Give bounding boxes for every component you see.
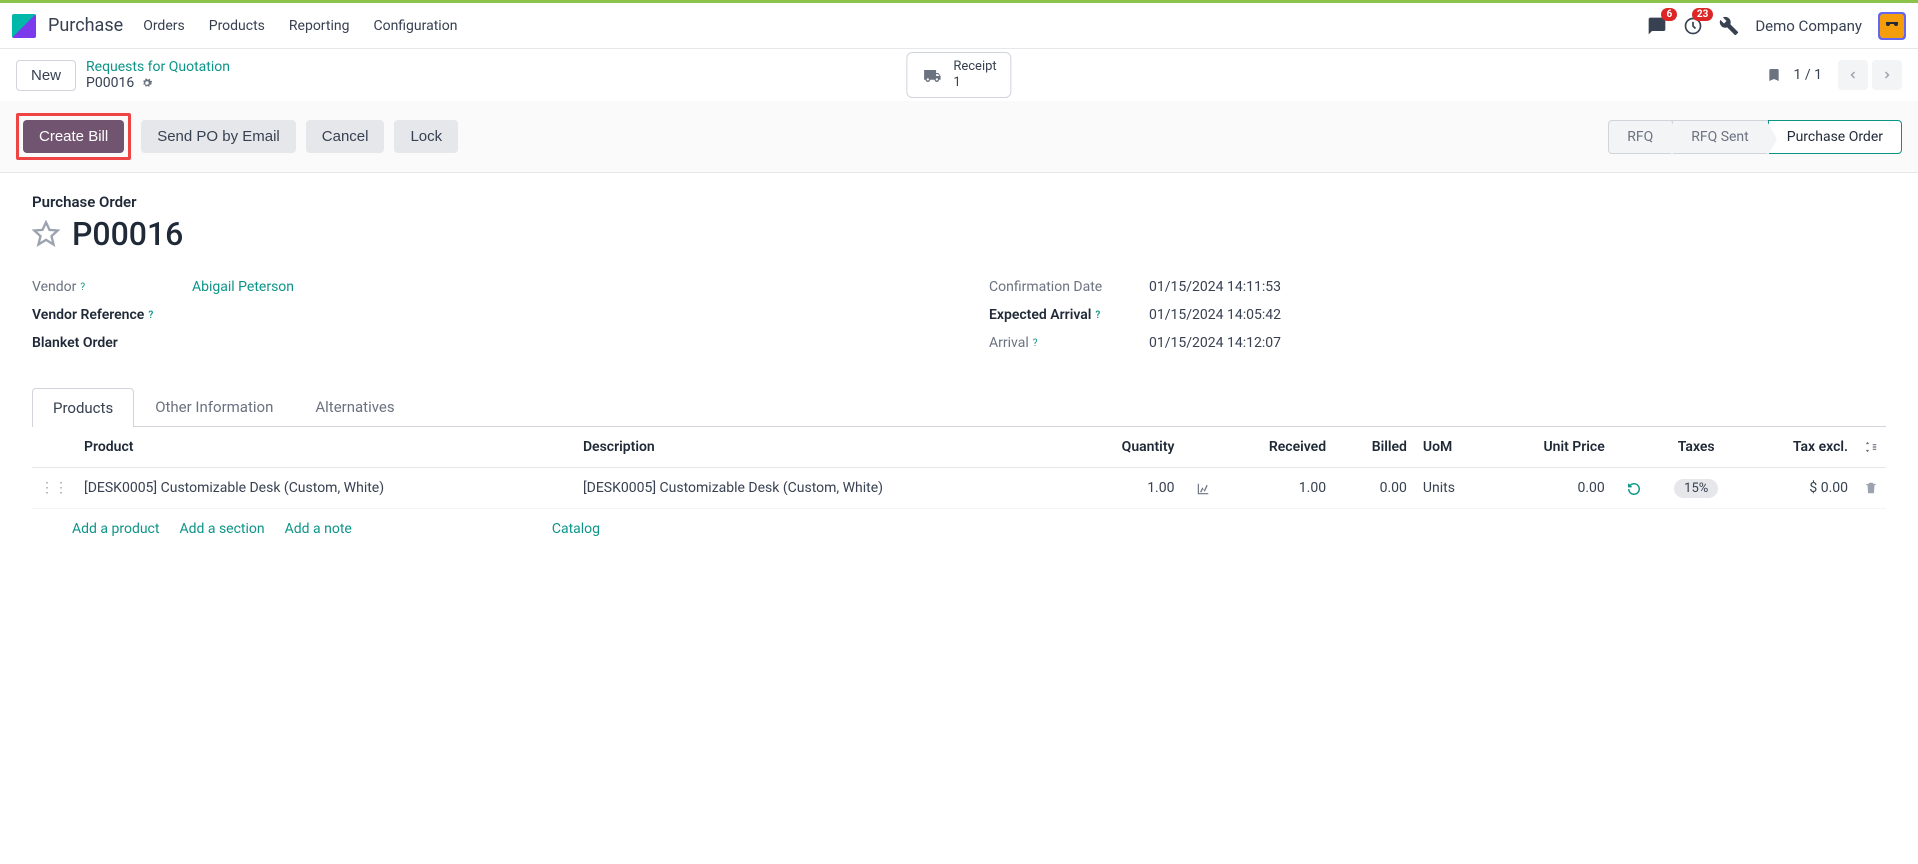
forecast-icon[interactable] <box>1196 481 1210 496</box>
pager-text: 1 / 1 <box>1794 67 1822 83</box>
create-bill-button[interactable]: Create Bill <box>23 120 124 153</box>
tab-products[interactable]: Products <box>32 388 134 427</box>
col-tax-excl[interactable]: Tax excl. <box>1744 427 1856 468</box>
breadcrumb-current-text: P00016 <box>86 75 134 91</box>
truck-icon <box>921 65 943 85</box>
main-content: Purchase Order P00016 Vendor? Abigail Pe… <box>0 173 1918 569</box>
vendor-value[interactable]: Abigail Peterson <box>192 279 294 295</box>
status-bar: RFQ RFQ Sent Purchase Order <box>1608 120 1902 154</box>
cell-unit-price[interactable]: 0.00 <box>1491 468 1613 509</box>
pager-next[interactable] <box>1872 60 1902 90</box>
cell-description[interactable]: [DESK0005] Customizable Desk (Custom, Wh… <box>575 468 1074 509</box>
favorite-star-icon[interactable] <box>32 220 60 248</box>
cancel-button[interactable]: Cancel <box>306 120 385 153</box>
col-unit-price[interactable]: Unit Price <box>1491 427 1613 468</box>
lock-button[interactable]: Lock <box>394 120 458 153</box>
send-po-button[interactable]: Send PO by Email <box>141 120 296 153</box>
company-name[interactable]: Demo Company <box>1755 17 1862 35</box>
cell-quantity[interactable]: 1.00 <box>1074 468 1183 509</box>
action-bar: Create Bill Send PO by Email Cancel Lock… <box>0 101 1918 173</box>
col-billed[interactable]: Billed <box>1334 427 1415 468</box>
table-row[interactable]: ⋮⋮ [DESK0005] Customizable Desk (Custom,… <box>32 468 1886 509</box>
col-received[interactable]: Received <box>1218 427 1334 468</box>
col-description[interactable]: Description <box>575 427 1074 468</box>
vendor-ref-label: Vendor Reference? <box>32 307 192 323</box>
breadcrumb-current: P00016 <box>86 75 230 91</box>
add-section-link[interactable]: Add a section <box>179 521 264 537</box>
add-links-row: Add a product Add a section Add a note C… <box>32 509 1886 549</box>
record-type-label: Purchase Order <box>32 193 1886 211</box>
messages-icon[interactable]: 6 <box>1647 16 1667 36</box>
highlight-box: Create Bill <box>16 113 131 160</box>
receipt-count: 1 <box>953 75 996 91</box>
expected-arrival-value[interactable]: 01/15/2024 14:05:42 <box>1149 307 1281 323</box>
nav-configuration[interactable]: Configuration <box>373 18 457 34</box>
gear-icon[interactable] <box>140 75 154 91</box>
help-icon[interactable]: ? <box>1095 310 1100 321</box>
tabs: Products Other Information Alternatives <box>32 387 1886 427</box>
status-rfq[interactable]: RFQ <box>1608 120 1672 154</box>
nav-orders[interactable]: Orders <box>143 18 185 34</box>
receipt-stat-button[interactable]: Receipt 1 <box>906 52 1011 97</box>
tab-other-information[interactable]: Other Information <box>134 387 294 426</box>
breadcrumb-bar: New Requests for Quotation P00016 Receip… <box>0 49 1918 101</box>
vendor-label: Vendor? <box>32 279 192 295</box>
expected-arrival-label: Expected Arrival? <box>989 307 1149 323</box>
tools-icon[interactable] <box>1719 16 1739 36</box>
top-nav: Purchase Orders Products Reporting Confi… <box>0 3 1918 49</box>
user-avatar[interactable] <box>1878 12 1906 40</box>
confirmation-date-label: Confirmation Date <box>989 279 1149 295</box>
nav-links: Orders Products Reporting Configuration <box>143 18 457 34</box>
blanket-order-label: Blanket Order <box>32 335 192 351</box>
breadcrumb-parent[interactable]: Requests for Quotation <box>86 59 230 75</box>
record-number: P00016 <box>72 215 183 253</box>
add-product-link[interactable]: Add a product <box>72 521 159 537</box>
col-uom[interactable]: UoM <box>1415 427 1491 468</box>
receipt-label: Receipt <box>953 59 996 75</box>
confirmation-date-value: 01/15/2024 14:11:53 <box>1149 279 1281 295</box>
history-icon[interactable] <box>1627 481 1641 496</box>
col-product[interactable]: Product <box>76 427 575 468</box>
pager-prev[interactable] <box>1838 60 1868 90</box>
cell-taxes[interactable]: 15% <box>1674 479 1718 498</box>
cell-tax-excl: $ 0.00 <box>1744 468 1856 509</box>
catalog-link[interactable]: Catalog <box>552 521 600 537</box>
drag-handle-icon[interactable]: ⋮⋮ <box>32 468 76 509</box>
products-table: Product Description Quantity Received Bi… <box>32 427 1886 509</box>
messages-badge: 6 <box>1661 8 1677 21</box>
delete-row-icon[interactable] <box>1864 480 1878 496</box>
bookmark-icon[interactable] <box>1766 65 1782 85</box>
status-purchase-order[interactable]: Purchase Order <box>1768 120 1902 154</box>
cell-received[interactable]: 1.00 <box>1218 468 1334 509</box>
nav-products[interactable]: Products <box>209 18 265 34</box>
columns-config-icon[interactable] <box>1864 439 1878 455</box>
cell-uom[interactable]: Units <box>1415 468 1491 509</box>
col-quantity[interactable]: Quantity <box>1074 427 1183 468</box>
app-logo[interactable] <box>12 14 36 38</box>
arrival-value: 01/15/2024 14:12:07 <box>1149 335 1281 351</box>
help-icon[interactable]: ? <box>148 310 153 321</box>
arrival-label: Arrival? <box>989 335 1149 351</box>
new-button[interactable]: New <box>16 60 76 91</box>
app-name[interactable]: Purchase <box>48 15 123 36</box>
cell-billed[interactable]: 0.00 <box>1334 468 1415 509</box>
help-icon[interactable]: ? <box>80 282 85 293</box>
nav-reporting[interactable]: Reporting <box>289 18 350 34</box>
activities-icon[interactable]: 23 <box>1683 16 1703 36</box>
cell-product[interactable]: [DESK0005] Customizable Desk (Custom, Wh… <box>76 468 575 509</box>
tab-alternatives[interactable]: Alternatives <box>294 387 415 426</box>
status-rfq-sent[interactable]: RFQ Sent <box>1672 120 1768 154</box>
add-note-link[interactable]: Add a note <box>285 521 352 537</box>
help-icon[interactable]: ? <box>1033 338 1038 349</box>
activities-badge: 23 <box>1692 8 1713 21</box>
col-taxes[interactable]: Taxes <box>1649 427 1744 468</box>
